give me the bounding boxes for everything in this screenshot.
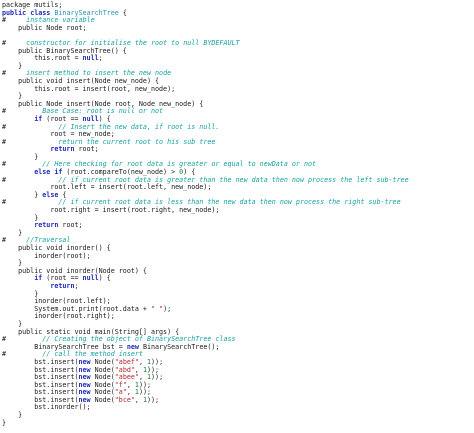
- code-line: return root;: [2, 145, 409, 154]
- code-token: root;: [58, 221, 83, 230]
- code-token: ) {: [98, 274, 111, 283]
- code-token: return: [34, 221, 59, 230]
- code-line: public Node root;: [2, 23, 409, 33]
- code-line: bst.inorder();: [2, 404, 409, 412]
- code-token: this.root = insert(root, new_node);: [2, 84, 176, 93]
- code-token: null: [82, 54, 99, 63]
- code-line: return root;: [2, 221, 409, 230]
- code-token: }: [2, 418, 7, 427]
- code-line: inorder(root.right);: [2, 313, 409, 321]
- code-token: ;: [74, 281, 79, 290]
- code-token: "bce": [114, 395, 135, 404]
- code-token: return: [50, 281, 75, 290]
- code-line: return;: [2, 281, 409, 291]
- code-line: this.root = null;: [2, 54, 409, 63]
- code-token: ));: [147, 395, 160, 404]
- code-line: }: [2, 411, 409, 420]
- code-line: this.root = insert(root, new_node);: [2, 84, 409, 94]
- code-line: }: [2, 418, 409, 428]
- code-line: root.right = insert(root.right, new_node…: [2, 206, 409, 215]
- code-editor[interactable]: package mutils; public class BinarySearch…: [0, 0, 474, 433]
- code-token: BinarySearchTree();: [138, 342, 220, 351]
- code-token: " ": [150, 304, 164, 313]
- code-token: return: [50, 145, 75, 154]
- code-token: {: [118, 8, 127, 17]
- code-token: Node(: [90, 395, 115, 404]
- code-token: ,: [134, 395, 143, 404]
- code-line: inorder(root);: [2, 252, 409, 261]
- code-token: public Node root;: [2, 23, 87, 32]
- code-block[interactable]: package mutils; public class BinarySearch…: [2, 1, 409, 428]
- code-token: root;: [74, 145, 99, 154]
- code-token: ;: [98, 54, 103, 63]
- code-token: ));: [151, 373, 164, 382]
- code-token: null: [82, 274, 99, 283]
- code-token: );: [163, 304, 172, 313]
